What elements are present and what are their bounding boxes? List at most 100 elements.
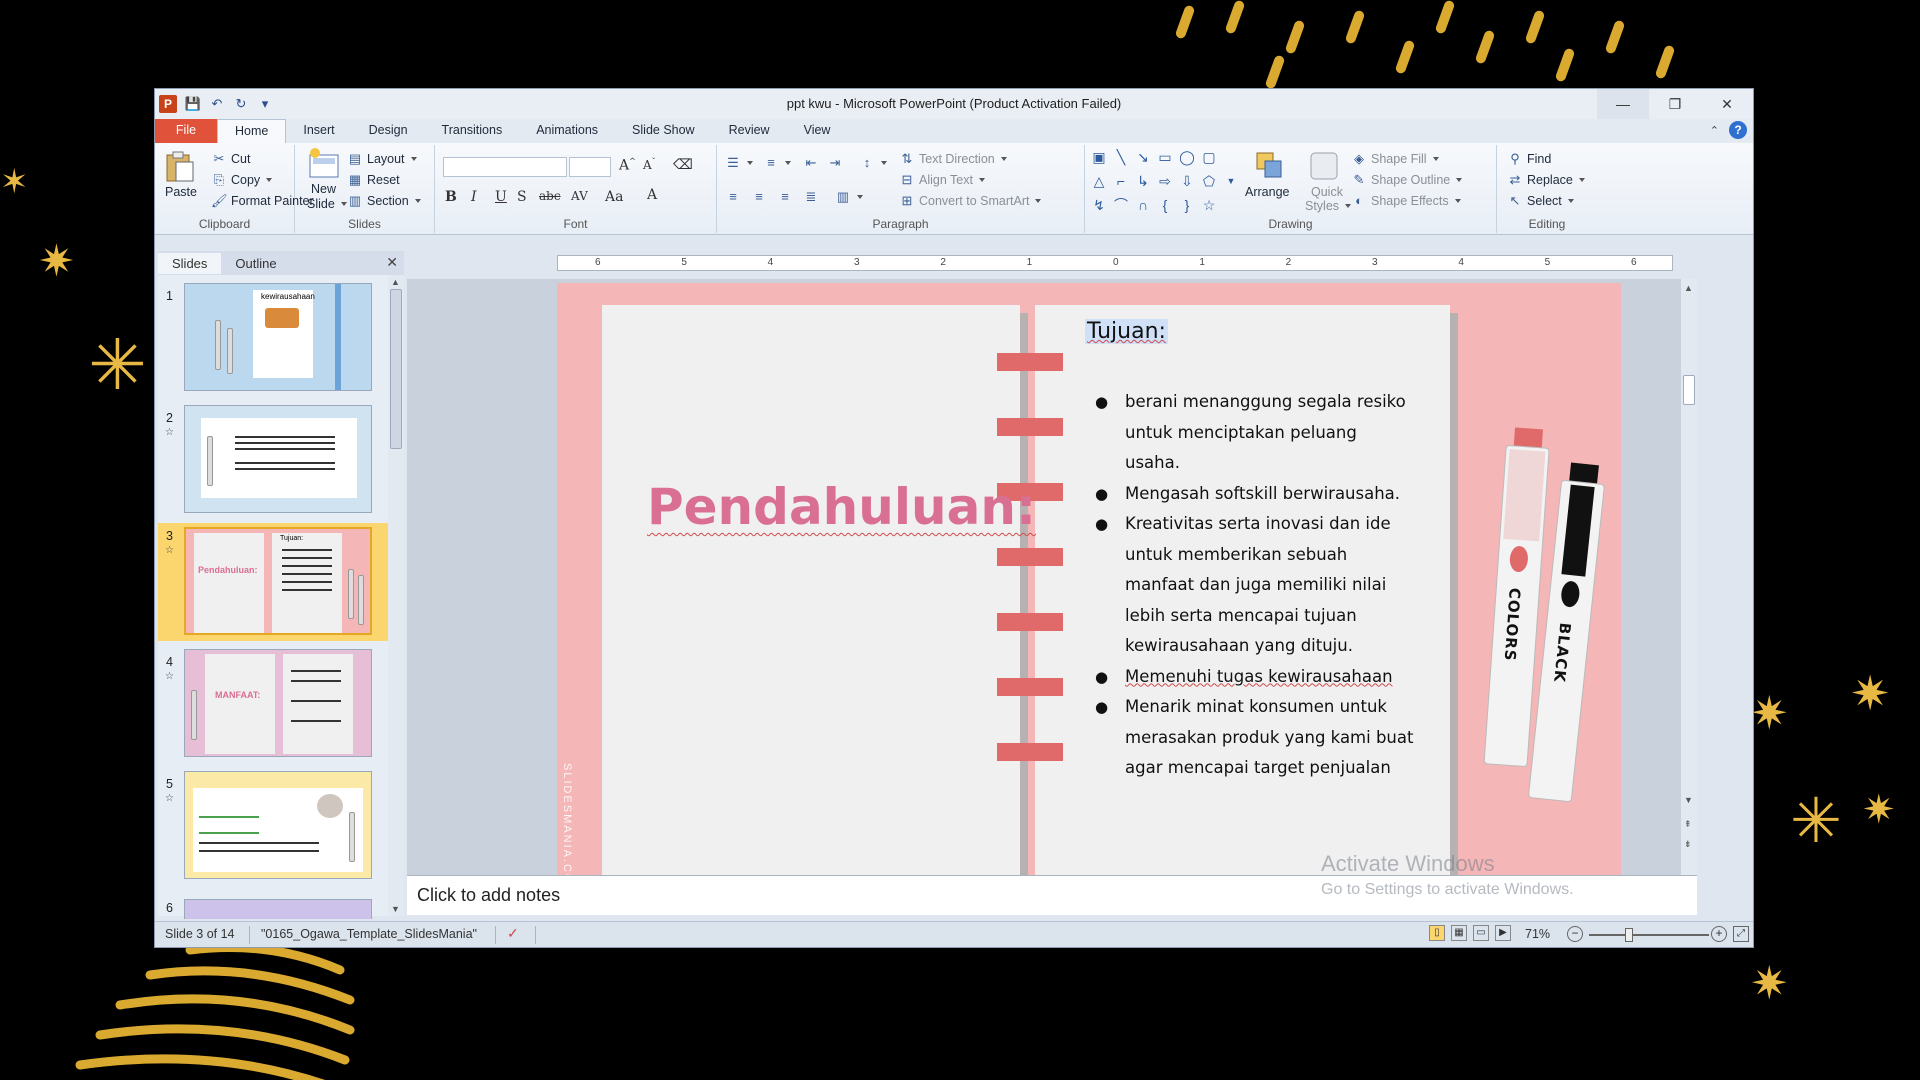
replace-button[interactable]: ⇄ Replace (1507, 172, 1585, 188)
zoom-slider[interactable] (1589, 934, 1709, 936)
align-text-button[interactable]: ⊟ Align Text (899, 172, 985, 188)
previous-slide-icon[interactable]: ⇞ (1684, 819, 1692, 830)
slide-thumbnail-2[interactable]: 2 ☆ (158, 405, 388, 517)
spell-check-icon[interactable]: ✓ (507, 925, 519, 942)
freeform-shape-icon[interactable]: ↯ (1091, 197, 1107, 213)
slide-thumbnail-5[interactable]: 5 ☆ (158, 771, 388, 883)
align-left-button[interactable]: ≡ (725, 189, 741, 205)
scroll-down-icon[interactable]: ▼ (1684, 795, 1693, 805)
quick-styles-icon[interactable] (1307, 149, 1341, 183)
next-slide-icon[interactable]: ⇟ (1684, 839, 1692, 850)
scroll-thumb[interactable] (1683, 375, 1695, 405)
slide-scrollbar[interactable]: ▲ ▼ ⇞ ⇟ (1681, 279, 1697, 875)
find-button[interactable]: ⚲ Find (1507, 151, 1551, 167)
align-right-button[interactable]: ≡ (777, 189, 793, 205)
arrange-button[interactable]: Arrange (1245, 185, 1289, 199)
cut-button[interactable]: ✂ Cut (211, 151, 251, 167)
section-button[interactable]: ▥ Section (347, 193, 421, 209)
rounded-rect-shape-icon[interactable]: ▢ (1201, 149, 1217, 165)
close-icon[interactable]: ✕ (386, 254, 398, 271)
copy-button[interactable]: ⎘ Copy (211, 172, 273, 188)
underline-icon[interactable]: U (495, 189, 507, 205)
arrange-icon[interactable] (1253, 149, 1287, 183)
font-size-select[interactable] (569, 157, 611, 177)
shape-fill-button[interactable]: ◈ Shape Fill (1351, 151, 1439, 167)
oval-shape-icon[interactable]: ◯ (1179, 149, 1195, 165)
tab-file[interactable]: File (155, 119, 217, 143)
slide-thumbnail-1[interactable]: 1 kewirausahaan (158, 283, 388, 395)
close-button[interactable]: ✕ (1701, 89, 1753, 119)
scroll-down-icon[interactable]: ▼ (391, 904, 400, 914)
slide-sorter-icon[interactable]: ▦ (1451, 925, 1467, 941)
strikethrough-icon[interactable]: abc (539, 189, 561, 203)
clear-format-icon[interactable]: ⌫ (673, 157, 693, 173)
new-slide-icon[interactable] (307, 147, 341, 181)
font-color-icon[interactable]: A (647, 187, 657, 203)
triangle-shape-icon[interactable]: △ (1091, 173, 1107, 189)
new-slide-label[interactable]: New (311, 182, 336, 196)
arrow-line-shape-icon[interactable]: ↘ (1135, 149, 1151, 165)
tab-view[interactable]: View (787, 119, 848, 143)
tab-insert[interactable]: Insert (286, 119, 351, 143)
bold-icon[interactable]: B (445, 189, 457, 205)
curve-shape-icon[interactable]: ⌒ (1113, 197, 1129, 213)
shapes-more-icon[interactable]: ▼ (1223, 173, 1239, 189)
font-name-select[interactable] (443, 157, 567, 177)
slide-thumbnail-6[interactable]: 6 (158, 895, 388, 919)
textbox-shape-icon[interactable]: ▣ (1091, 149, 1107, 165)
char-spacing-icon[interactable]: AV (571, 189, 588, 203)
scroll-thumb[interactable] (390, 289, 402, 449)
select-button[interactable]: ↖ Select (1507, 193, 1574, 209)
zoom-level[interactable]: 71% (1525, 927, 1550, 941)
fit-to-window-icon[interactable]: ⤢ (1733, 926, 1749, 942)
slideshow-icon[interactable]: ▶ (1495, 925, 1511, 941)
slide-thumbnail-4[interactable]: 4 ☆ MANFAAT: (158, 649, 388, 761)
paste-button[interactable]: Paste (165, 185, 197, 199)
italic-icon[interactable]: I (471, 189, 477, 205)
decrease-indent-button[interactable]: ⇤ (803, 155, 819, 171)
normal-view-icon[interactable]: ▯ (1429, 925, 1445, 941)
tab-slides[interactable]: Slides (158, 252, 222, 274)
align-center-button[interactable]: ≡ (751, 189, 767, 205)
grow-font-icon[interactable]: A^ (619, 157, 636, 174)
down-arrow-shape-icon[interactable]: ⇩ (1179, 173, 1195, 189)
quick-styles-label-2[interactable]: Styles (1305, 199, 1352, 213)
tab-home[interactable]: Home (217, 119, 287, 143)
line-shape-icon[interactable]: ╲ (1113, 149, 1129, 165)
scroll-up-icon[interactable]: ▲ (391, 277, 400, 287)
slide-subheading[interactable]: Tujuan: (1085, 319, 1168, 344)
flowchart-shape-icon[interactable]: ⬠ (1201, 173, 1217, 189)
tab-design[interactable]: Design (352, 119, 425, 143)
shape-effects-button[interactable]: ◐ Shape Effects (1351, 193, 1461, 209)
notes-placeholder[interactable]: Click to add notes (417, 885, 560, 906)
paste-icon[interactable] (163, 149, 197, 183)
rectangle-shape-icon[interactable]: ▭ (1157, 149, 1173, 165)
right-arrow-shape-icon[interactable]: ⇨ (1157, 173, 1173, 189)
bullet-list[interactable]: berani menanggung segala resiko untuk me… (1095, 387, 1415, 784)
slide[interactable]: Pendahuluan: Tujuan: berani menanggung s… (557, 283, 1621, 875)
scroll-up-icon[interactable]: ▲ (1684, 283, 1693, 293)
layout-button[interactable]: ▤ Layout (347, 151, 417, 167)
minimize-button[interactable]: — (1597, 89, 1649, 119)
tab-animations[interactable]: Animations (519, 119, 615, 143)
elbow-connector-icon[interactable]: ⌐ (1113, 173, 1129, 189)
tab-slide-show[interactable]: Slide Show (615, 119, 712, 143)
help-icon[interactable]: ? (1729, 121, 1747, 139)
reset-button[interactable]: ▦ Reset (347, 172, 400, 188)
convert-smartart-button[interactable]: ⊞ Convert to SmartArt (899, 193, 1042, 209)
left-brace-icon[interactable]: { (1157, 197, 1173, 213)
elbow-arrow-icon[interactable]: ↳ (1135, 173, 1151, 189)
right-brace-icon[interactable]: } (1179, 197, 1195, 213)
star-shape-icon[interactable]: ☆ (1201, 197, 1217, 213)
increase-indent-button[interactable]: ⇥ (827, 155, 843, 171)
thumbnails-scrollbar[interactable]: ▲ ▼ (388, 275, 404, 916)
tab-transitions[interactable]: Transitions (425, 119, 520, 143)
quick-styles-label[interactable]: Quick (1311, 185, 1343, 199)
zoom-out-icon[interactable]: − (1567, 926, 1583, 942)
arc-shape-icon[interactable]: ∩ (1135, 197, 1151, 213)
columns-button[interactable]: ▥ (835, 189, 863, 205)
text-direction-button[interactable]: ⇅ Text Direction (899, 151, 1007, 167)
numbering-button[interactable]: ≡ (763, 155, 791, 171)
zoom-slider-thumb[interactable] (1625, 928, 1633, 942)
shrink-font-icon[interactable]: Aˇ (643, 157, 656, 172)
